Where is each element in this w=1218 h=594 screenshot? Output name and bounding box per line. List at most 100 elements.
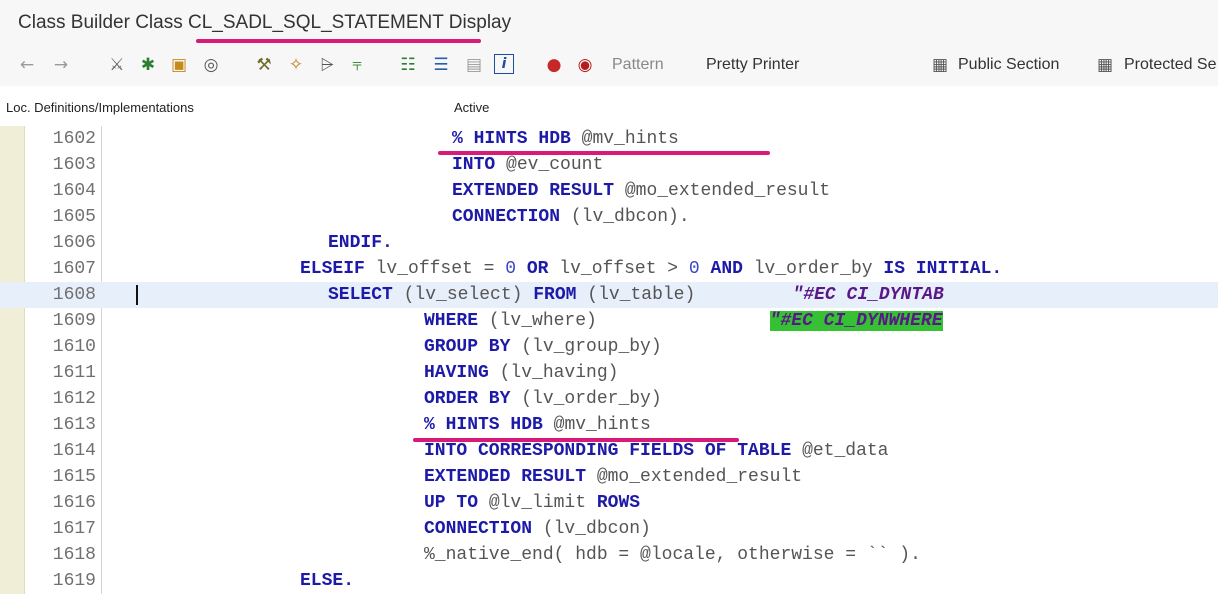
- code-token: @ev_count: [506, 155, 604, 175]
- code-line[interactable]: 1609 WHERE (lv_where) "#EC CI_DYNWHERE: [0, 308, 1218, 334]
- code-line[interactable]: 1613 % HINTS HDB @mv_hints: [0, 412, 1218, 438]
- breakpoint-icon[interactable]: ●: [543, 54, 565, 76]
- test-icon[interactable]: ⚒: [253, 54, 275, 76]
- code-text: GROUP BY (lv_group_by): [424, 334, 662, 360]
- line-number: 1605: [52, 207, 96, 227]
- protected-section-button[interactable]: Protected Se: [1124, 56, 1217, 74]
- code-token: @lv_limit: [478, 493, 597, 513]
- line-number: 1608: [52, 285, 96, 305]
- keyword-token: CONNECTION: [452, 207, 561, 227]
- code-text: EXTENDED RESULT @mo_extended_result: [424, 464, 802, 490]
- check-icon[interactable]: ▣: [168, 54, 190, 76]
- forward-arrow-icon[interactable]: →: [50, 54, 72, 76]
- info-icon[interactable]: i: [494, 54, 514, 74]
- code-token: (lv_dbcon).: [570, 207, 690, 227]
- where-used-icon[interactable]: ◎: [200, 54, 222, 76]
- list-icon[interactable]: ☰: [430, 54, 452, 76]
- pattern-button[interactable]: Pattern: [612, 56, 664, 74]
- keyword-token: IS INITIAL.: [883, 259, 1003, 279]
- line-number: 1607: [52, 259, 96, 279]
- code-token: (lv_where): [478, 311, 770, 331]
- public-section-button[interactable]: Public Section: [958, 56, 1059, 74]
- tree-icon[interactable]: ⫧: [346, 54, 368, 76]
- code-token: (lv_having): [488, 363, 619, 383]
- external-breakpoint-icon[interactable]: ◉: [574, 54, 596, 76]
- code-line[interactable]: 1608 SELECT (lv_select) FROM (lv_table) "…: [0, 282, 1218, 308]
- code-line[interactable]: 1605 CONNECTION (lv_dbcon).: [0, 204, 1218, 230]
- code-line[interactable]: 1617 CONNECTION (lv_dbcon): [0, 516, 1218, 542]
- code-line[interactable]: 1603 INTO @ev_count: [0, 152, 1218, 178]
- code-text: CONNECTION (lv_dbcon).: [452, 204, 690, 230]
- window-title: Class Builder Class CL_SADL_SQL_STATEMEN…: [18, 12, 512, 33]
- code-token: lv_offset >: [548, 259, 689, 279]
- keyword-token: CONNECTION: [424, 519, 533, 539]
- code-text: ENDIF.: [328, 230, 393, 256]
- hints-highlight-underline-1: [438, 151, 770, 155]
- keyword-token: % HINTS HDB: [452, 129, 571, 149]
- keyword-token: % HINTS HDB: [424, 415, 543, 435]
- pragma-comment: "#EC CI_DYNWHERE: [769, 311, 943, 331]
- line-number: 1602: [52, 129, 96, 149]
- keyword-token: WHERE: [424, 311, 479, 331]
- keyword-token: AND: [710, 259, 743, 279]
- code-token: @mv_hints: [581, 129, 679, 149]
- line-number: 1614: [52, 441, 96, 461]
- code-token: @mo_extended_result: [586, 467, 803, 487]
- code-line[interactable]: 1618 %_native_end( hdb = @locale, otherwi…: [0, 542, 1218, 568]
- code-text: %_native_end( hdb = @locale, otherwise =…: [424, 542, 921, 568]
- code-text: % HINTS HDB @mv_hints: [452, 126, 679, 152]
- code-line[interactable]: 1611 HAVING (lv_having): [0, 360, 1218, 386]
- line-number: 1610: [52, 337, 96, 357]
- code-line[interactable]: 1607 ELSEIF lv_offset = 0 OR lv_offset > …: [0, 256, 1218, 282]
- document-icon[interactable]: ▤: [463, 54, 485, 76]
- hierarchy-icon[interactable]: ☷: [397, 54, 419, 76]
- application-toolbar: ← → ⚔ ✱ ▣ ◎ ⚒ ✧ ⩥ ⫧ ☷ ☰ ▤ i ● ◉ Pattern …: [0, 46, 1218, 87]
- back-arrow-icon[interactable]: ←: [16, 54, 38, 76]
- keyword-token: HAVING: [424, 363, 489, 383]
- code-line[interactable]: 1616 UP TO @lv_limit ROWS: [0, 490, 1218, 516]
- code-line[interactable]: 1604 EXTENDED RESULT @mo_extended_result: [0, 178, 1218, 204]
- protected-section-icon[interactable]: ▦: [1094, 54, 1116, 76]
- keyword-token: INTO CORRESPONDING FIELDS OF TABLE: [424, 441, 792, 461]
- keyword-token: ROWS: [596, 493, 641, 513]
- code-line[interactable]: 1610 GROUP BY (lv_group_by): [0, 334, 1218, 360]
- code-text: SELECT (lv_select) FROM (lv_table) "#EC …: [328, 282, 944, 308]
- code-token: (lv_order_by): [510, 389, 662, 409]
- code-text: EXTENDED RESULT @mo_extended_result: [452, 178, 830, 204]
- code-token: (lv_dbcon): [532, 519, 651, 539]
- code-line[interactable]: 1615 EXTENDED RESULT @mo_extended_result: [0, 464, 1218, 490]
- text-cursor: [136, 285, 138, 305]
- split-icon[interactable]: ⩥: [316, 54, 338, 76]
- keyword-token: SELECT: [328, 285, 393, 305]
- code-editor[interactable]: 1602 % HINTS HDB @mv_hints 1603 INTO @ev_co…: [0, 126, 1218, 594]
- pretty-printer-button[interactable]: Pretty Printer: [706, 56, 799, 74]
- line-number: 1618: [52, 545, 96, 565]
- line-number: 1604: [52, 181, 96, 201]
- code-token: @mo_extended_result: [624, 181, 831, 201]
- code-text: ORDER BY (lv_order_by): [424, 386, 662, 412]
- code-line[interactable]: 1602 % HINTS HDB @mv_hints: [0, 126, 1218, 152]
- code-text: INTO @ev_count: [452, 152, 603, 178]
- code-text: ELSE.: [300, 568, 354, 594]
- keyword-token: OR: [526, 259, 549, 279]
- line-number: 1603: [52, 155, 96, 175]
- code-line[interactable]: 1606 ENDIF.: [0, 230, 1218, 256]
- line-number: 1615: [52, 467, 96, 487]
- activate-icon[interactable]: ✱: [137, 54, 159, 76]
- code-line[interactable]: 1612 ORDER BY (lv_order_by): [0, 386, 1218, 412]
- public-section-icon[interactable]: ▦: [929, 54, 951, 76]
- keyword-token: ELSE.: [300, 571, 355, 591]
- keyword-token: FROM: [533, 285, 577, 305]
- code-text: ELSEIF lv_offset = 0 OR lv_offset > 0 AN…: [300, 256, 1002, 282]
- display-change-icon[interactable]: ⚔: [106, 54, 128, 76]
- code-token: lv_order_by: [742, 259, 884, 279]
- code-line[interactable]: 1619 ELSE.: [0, 568, 1218, 594]
- magic-wand-icon[interactable]: ✧: [285, 54, 307, 76]
